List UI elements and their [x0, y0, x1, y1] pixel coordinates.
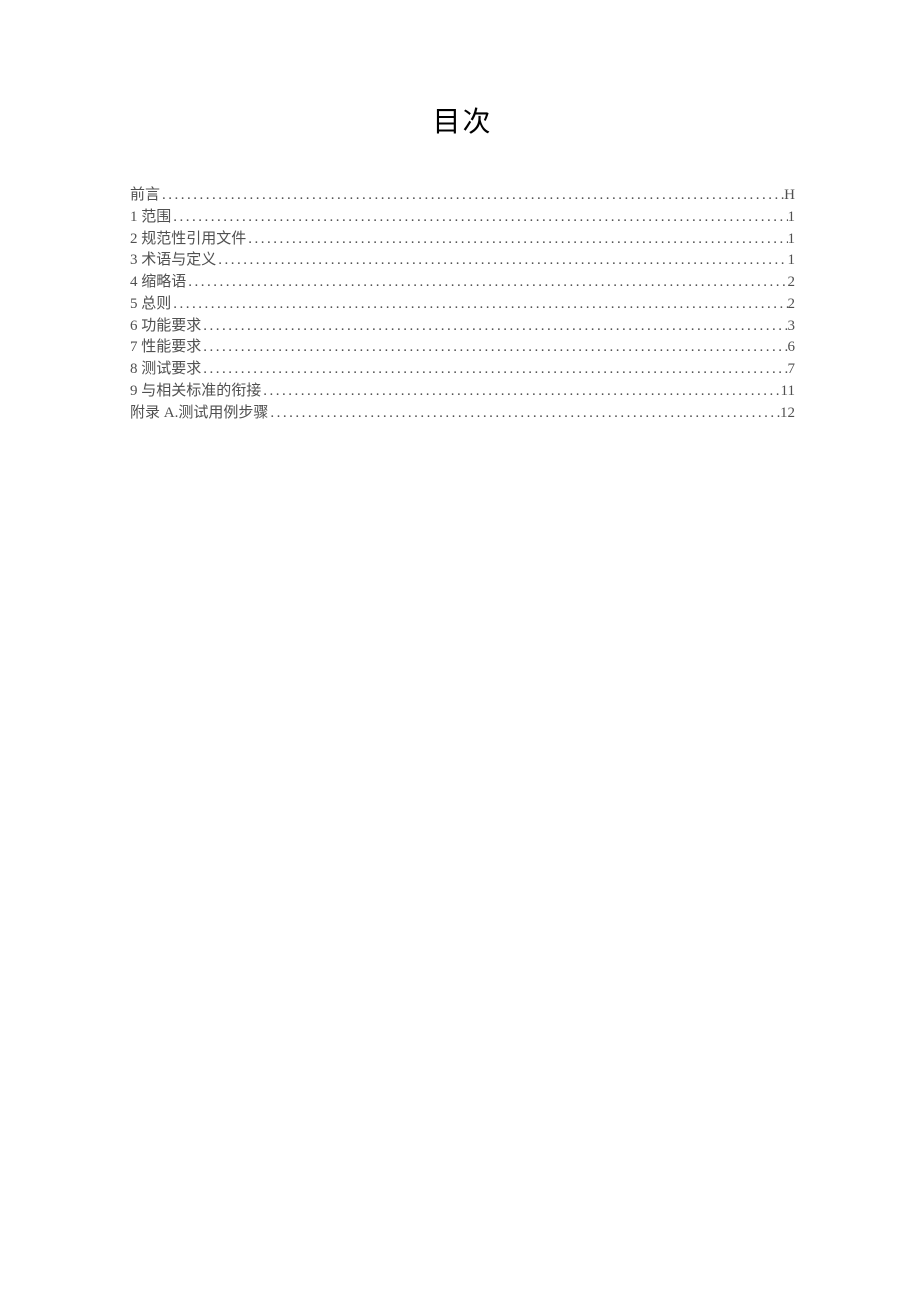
toc-entry: 3 术语与定义 1 — [130, 250, 795, 272]
toc-entry-label: 2 规范性引用文件 — [130, 229, 246, 251]
toc-entry-label: 4 缩略语 — [130, 272, 186, 294]
toc-entry: 1 范围 1 — [130, 207, 795, 229]
page-title: 目次 — [130, 100, 795, 140]
toc-entry-label: 9 与相关标准的衔接 — [130, 381, 261, 403]
toc-entry: 5 总则 2 — [130, 294, 795, 316]
toc-entry-label: 7 性能要求 — [130, 337, 201, 359]
toc-entry: 4 缩略语 2 — [130, 272, 795, 294]
toc-dots — [268, 403, 780, 425]
toc-entry-label: 8 测试要求 — [130, 359, 201, 381]
toc-entry-page: 7 — [788, 359, 796, 381]
toc-entry-page: 2 — [788, 272, 796, 294]
toc-entry-label: 前言 — [130, 185, 160, 207]
toc-dots — [201, 359, 787, 381]
toc-dots — [201, 337, 787, 359]
toc-entry-page: 3 — [788, 316, 796, 338]
toc-dots — [186, 272, 787, 294]
toc-entry: 6 功能要求 3 — [130, 316, 795, 338]
toc-entry: 附录 A.测试用例步骤 12 — [130, 403, 795, 425]
toc-entry: 9 与相关标准的衔接 11 — [130, 381, 795, 403]
toc-entry-label: 6 功能要求 — [130, 316, 201, 338]
toc-entry: 7 性能要求 6 — [130, 337, 795, 359]
toc-list: 前言 H 1 范围 1 2 规范性引用文件 1 3 术语与定义 1 4 缩略语 … — [130, 185, 795, 424]
toc-dots — [160, 185, 784, 207]
toc-entry-page: 6 — [788, 337, 796, 359]
toc-dots — [216, 250, 787, 272]
toc-dots — [246, 229, 787, 251]
toc-dots — [201, 316, 787, 338]
toc-entry-label: 附录 A.测试用例步骤 — [130, 403, 268, 425]
toc-entry-page: H — [784, 185, 795, 207]
toc-dots — [261, 381, 780, 403]
toc-entry: 8 测试要求 7 — [130, 359, 795, 381]
toc-entry-label: 5 总则 — [130, 294, 171, 316]
toc-entry: 前言 H — [130, 185, 795, 207]
toc-entry-page: 11 — [781, 381, 795, 403]
toc-entry-page: 1 — [788, 207, 796, 229]
toc-entry-page: 1 — [788, 250, 796, 272]
toc-entry-page: 1 — [788, 229, 796, 251]
toc-entry-page: 2 — [788, 294, 796, 316]
toc-entry-page: 12 — [780, 403, 795, 425]
toc-dots — [171, 207, 787, 229]
toc-entry-label: 3 术语与定义 — [130, 250, 216, 272]
toc-entry: 2 规范性引用文件 1 — [130, 229, 795, 251]
toc-dots — [171, 294, 787, 316]
toc-entry-label: 1 范围 — [130, 207, 171, 229]
